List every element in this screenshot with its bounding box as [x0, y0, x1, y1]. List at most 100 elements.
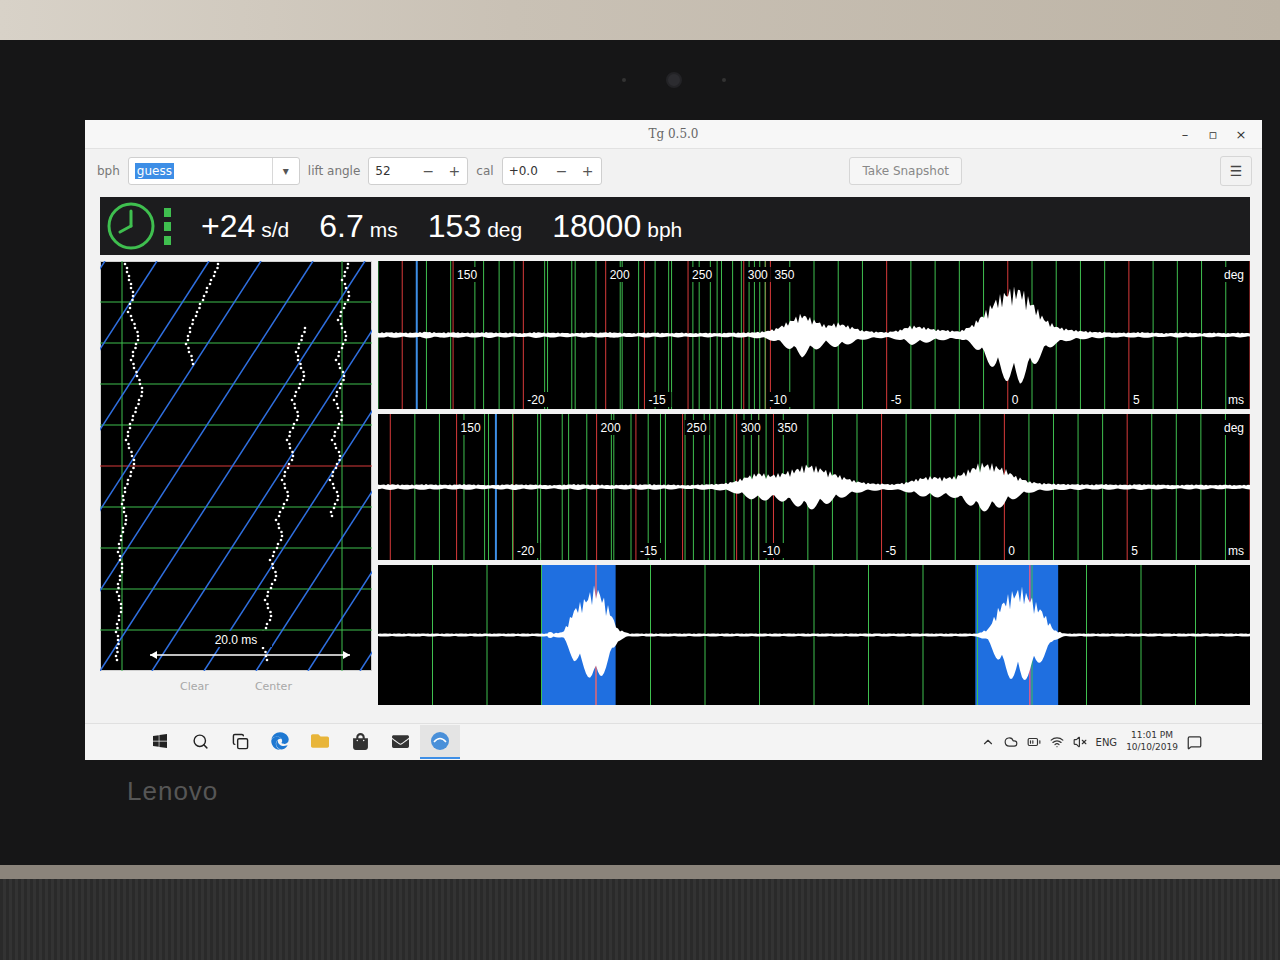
trace-dots — [122, 527, 125, 534]
trace-dots — [300, 367, 305, 374]
input-language[interactable]: ENG — [1096, 737, 1118, 748]
brand-row: Lenovo — [85, 760, 1262, 807]
label-backing — [455, 267, 480, 282]
trace-dots — [191, 359, 195, 366]
waveform-column: 150200250300350-20-15-10-505degms1502002… — [378, 261, 1250, 723]
trace-dot — [119, 555, 122, 558]
cal-spinbox[interactable]: +0.0−+ — [502, 157, 602, 185]
label-backing — [638, 543, 663, 558]
trace-dot — [117, 587, 120, 590]
taskbar-app[interactable] — [380, 725, 420, 759]
strip-grid-line — [100, 384, 372, 385]
trace-dots — [117, 551, 122, 558]
trace-dots — [286, 495, 290, 502]
lift-angle-increment-button[interactable]: + — [441, 163, 467, 179]
trace-dot — [340, 419, 343, 422]
deg-label-group: 250 — [690, 267, 715, 282]
lift-angle-decrement-button[interactable]: − — [415, 163, 441, 179]
window-control-button[interactable]: ▫ — [1202, 127, 1224, 142]
trace-dot — [302, 371, 305, 374]
wifi-icon[interactable] — [1050, 735, 1064, 749]
trace-dot — [189, 331, 192, 334]
rate-line — [100, 261, 365, 671]
notification-icon[interactable] — [1187, 735, 1202, 750]
label-backing — [599, 420, 624, 435]
volume-muted-icon[interactable] — [1073, 735, 1087, 749]
cal-increment-button[interactable]: + — [575, 163, 601, 179]
trace-dot — [297, 359, 300, 362]
ms-unit: ms — [1228, 393, 1244, 407]
trace-dot — [340, 411, 343, 414]
tray-clock[interactable]: 11:01 PM10/10/2019 — [1126, 730, 1178, 753]
trace-dots — [132, 463, 135, 470]
label-backing — [1221, 420, 1246, 435]
trace-dot — [117, 643, 120, 646]
lift-angle-value[interactable]: 52 — [369, 164, 415, 178]
bph-combo[interactable]: guess ▾ — [128, 157, 300, 185]
lift-angle-spinbox[interactable]: 52−+ — [368, 157, 468, 185]
taskbar-app[interactable] — [420, 725, 460, 759]
cal-decrement-button[interactable]: − — [549, 163, 575, 179]
cal-value[interactable]: +0.0 — [503, 164, 549, 178]
taskbar-app[interactable] — [300, 725, 340, 759]
strip-button[interactable]: Center — [247, 677, 300, 696]
taskbar-app[interactable] — [260, 725, 300, 759]
trace-dot — [139, 383, 142, 386]
trace-dot — [338, 423, 341, 426]
dropdown-arrow[interactable]: ▾ — [272, 158, 299, 184]
trace-dot — [293, 403, 296, 406]
ms-label: -5 — [891, 393, 902, 407]
trace-dots — [346, 263, 349, 270]
trace-dots — [333, 431, 336, 438]
rate-line — [100, 261, 209, 671]
ms-label: -20 — [517, 544, 535, 558]
bph-value[interactable]: guess — [135, 163, 174, 179]
cloud-icon[interactable] — [1004, 735, 1018, 749]
ms-unit-group: ms — [1228, 543, 1246, 558]
battery-icon[interactable] — [1027, 735, 1041, 749]
deg-label: 150 — [457, 268, 477, 282]
trace-dots — [134, 407, 137, 414]
trace-dots — [134, 343, 137, 350]
strip-button[interactable]: Clear — [172, 677, 217, 696]
trace-dot — [267, 607, 270, 610]
trace-dot — [303, 375, 306, 378]
trace-dots — [116, 647, 119, 654]
taskbar-app[interactable] — [220, 725, 260, 759]
trace-dot — [339, 315, 342, 318]
trace-dots — [335, 391, 338, 398]
room-background — [0, 0, 1280, 40]
trace-dot — [206, 287, 209, 290]
lift-angle-label: lift angle — [308, 164, 361, 178]
trace-dot — [126, 483, 129, 486]
trace-dot — [347, 299, 350, 302]
trace-dots — [121, 503, 126, 510]
trace-dots — [288, 431, 291, 438]
trace-dot — [122, 531, 125, 534]
trace-dot — [334, 503, 337, 506]
trace-dot — [121, 563, 124, 566]
window-control-button[interactable]: – — [1174, 127, 1196, 142]
trace-dot — [131, 319, 134, 322]
trace-dots — [129, 423, 132, 430]
taskbar-app[interactable] — [180, 725, 220, 759]
trace-dot — [292, 455, 295, 458]
strip-grid-line — [100, 589, 372, 590]
taskbar-app[interactable] — [340, 725, 380, 759]
snapshot-button[interactable]: Take Snapshot — [849, 157, 962, 185]
window-control-button[interactable]: × — [1230, 127, 1252, 142]
trace-dot — [275, 575, 278, 578]
menu-button[interactable]: ☰ — [1220, 156, 1252, 186]
trace-dot — [192, 363, 195, 366]
trace-dots — [294, 391, 298, 398]
bph-field[interactable]: guess — [129, 163, 272, 179]
trace-dot — [283, 483, 286, 486]
trace-dot — [347, 263, 350, 266]
taskbar-app[interactable] — [140, 725, 180, 759]
trace-dot — [116, 647, 119, 650]
trace-dot — [278, 527, 281, 530]
strip-grid-line — [122, 261, 123, 671]
trace-dot — [126, 267, 129, 270]
status-indicators — [106, 201, 171, 251]
chevron-up-icon[interactable] — [981, 735, 995, 749]
